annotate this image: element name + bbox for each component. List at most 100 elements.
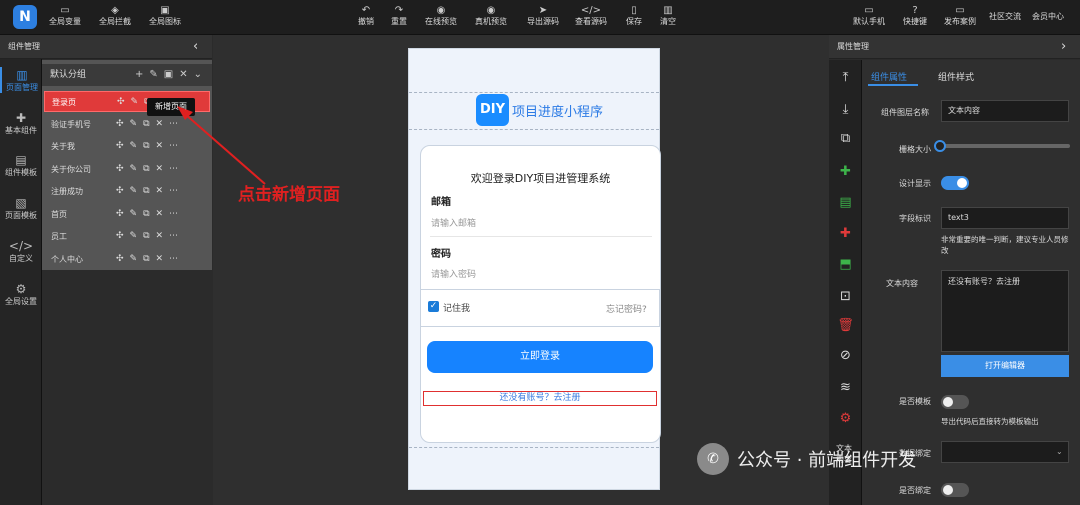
grid-size-slider-handle[interactable] xyxy=(934,140,946,152)
left-panel-header: 组件管理 ‹ xyxy=(0,35,212,59)
tool-rail-icon-4[interactable]: ▤ xyxy=(829,195,862,210)
page-name: 登录页 xyxy=(52,98,76,107)
tool-rail-icon-0[interactable]: ⤒ xyxy=(829,70,862,85)
grid-size-slider[interactable] xyxy=(938,144,1070,148)
page-row[interactable]: 首页 ✣✎⧉✕⋯ xyxy=(44,204,210,225)
toolbar-center-icon-7: ▥ xyxy=(663,5,673,16)
tool-rail-icon-2[interactable]: ⧉ xyxy=(829,131,862,146)
rail-label-4: 自定义 xyxy=(9,254,33,263)
toolbar-left-label-2: 全局图标 xyxy=(149,17,181,26)
page-group-name: 默认分组 xyxy=(50,70,87,80)
rail-icon-2: ▤ xyxy=(15,153,27,167)
remember-label: 记住我 xyxy=(443,304,471,314)
tab-component-props[interactable]: 组件属性 xyxy=(871,70,907,83)
rail-item-3[interactable]: ▧ 页面模板 xyxy=(0,195,42,221)
toolbar-right-label-0: 默认手机 xyxy=(853,17,885,26)
remember-checkbox[interactable]: ✓ xyxy=(428,301,439,312)
rail-item-2[interactable]: ▤ 组件模板 xyxy=(0,152,42,178)
rail-item-5[interactable]: ⚙ 全局设置 xyxy=(0,281,42,307)
tool-rail-icon-5[interactable]: ✚ xyxy=(829,226,862,241)
data-binding-select[interactable]: ⌄ xyxy=(941,441,1069,463)
toolbar-left-icon-2: ▣ xyxy=(160,5,170,16)
toolbar-left-button-2[interactable]: ▣ 全局图标 xyxy=(143,4,187,27)
tool-rail-icon-7[interactable]: ⊡ xyxy=(829,289,862,304)
chevron-down-icon: ⌄ xyxy=(1056,447,1063,456)
page-row[interactable]: 个人中心 ✣✎⧉✕⋯ xyxy=(44,249,210,270)
collapse-right-icon[interactable]: › xyxy=(1061,35,1066,59)
tool-rail xyxy=(829,60,862,505)
open-editor-button[interactable]: 打开编辑器 xyxy=(941,355,1069,377)
is-template-label: 是否模板 xyxy=(899,397,931,406)
welcome-text: 欢迎登录DIY项目进管理系统 xyxy=(470,172,611,185)
toolbar-right-label-2: 发布案例 xyxy=(944,17,976,26)
tool-rail-icon-9[interactable]: ⊘ xyxy=(829,348,862,363)
page-group-default[interactable]: 默认分组 +✎▣✕⌄ xyxy=(42,64,212,86)
rail-item-4[interactable]: </> 自定义 xyxy=(0,238,42,264)
text-content-textarea[interactable]: 还没有账号？去注册 xyxy=(941,270,1069,352)
toolbar-right-icon-1: ? xyxy=(912,5,918,16)
toolbar-center-button-5[interactable]: </> 查看源码 xyxy=(569,4,613,27)
app-title: 项目进度小程序 xyxy=(512,105,604,120)
page-row[interactable]: 员工 ✣✎⧉✕⋯ xyxy=(44,226,210,247)
email-underline xyxy=(430,236,652,237)
page-name: 个人中心 xyxy=(51,254,83,264)
app-logo: N xyxy=(13,5,37,29)
top-toolbar: N ▭ 全局变量 ◈ 全局拦截 ▣ 全局图标 ↶ 撤销 ↷ 重置 ◉ 在线预览 ◉ 真机预览 ➤ 导出源码 </… xyxy=(0,0,1080,35)
design-show-label: 设计显示 xyxy=(899,179,931,188)
email-input[interactable]: 请输入邮箱 xyxy=(431,216,476,229)
footer-outline xyxy=(409,447,659,448)
toolbar-left-icon-1: ◈ xyxy=(111,5,119,16)
toolbar-right-button-1[interactable]: ? 快捷键 xyxy=(893,4,937,27)
rail-item-1[interactable]: ✚ 基本组件 xyxy=(0,110,42,136)
toolbar-left-button-1[interactable]: ◈ 全局拦截 xyxy=(93,4,137,27)
rail-item-0[interactable]: ▥ 页面管理 xyxy=(0,67,42,93)
rail-icon-1: ✚ xyxy=(15,111,27,125)
toolbar-left-button-0[interactable]: ▭ 全局变量 xyxy=(43,4,87,27)
page-row-actions-icon[interactable]: ✣✎⧉✕⋯ xyxy=(116,226,184,247)
collapse-left-icon[interactable]: ‹ xyxy=(193,35,198,59)
tool-rail-icon-10[interactable]: ≋ xyxy=(829,380,862,395)
page-group-actions-icon[interactable]: +✎▣✕⌄ xyxy=(135,64,208,86)
toolbar-center-label-2: 在线预览 xyxy=(425,17,457,26)
toolbar-center-button-2[interactable]: ◉ 在线预览 xyxy=(419,4,463,27)
register-link[interactable]: 还没有账号？去注册 xyxy=(423,391,657,406)
page-row-actions-icon[interactable]: ✣✎⧉✕⋯ xyxy=(116,249,184,270)
email-label: 邮箱 xyxy=(431,197,451,208)
page-name: 验证手机号 xyxy=(51,119,91,129)
toolbar-center-button-7[interactable]: ▥ 清空 xyxy=(646,4,690,27)
toolbar-center-label-1: 重置 xyxy=(391,17,407,26)
toolbar-left-label-0: 全局变量 xyxy=(49,17,81,26)
tool-rail-icon-6[interactable]: ⬒ xyxy=(829,257,862,272)
rail-label-1: 基本组件 xyxy=(5,126,37,135)
login-button[interactable]: 立即登录 xyxy=(427,341,653,373)
design-show-toggle[interactable] xyxy=(941,176,969,190)
page-name: 员工 xyxy=(51,232,67,241)
annotation-text: 点击新增页面 xyxy=(238,185,340,205)
toolbar-center-button-4[interactable]: ➤ 导出源码 xyxy=(521,4,565,27)
toolbar-right-button-3[interactable]: 社区交流 xyxy=(983,12,1027,22)
left-icon-rail xyxy=(0,35,42,505)
toolbar-center-icon-3: ◉ xyxy=(486,5,496,16)
password-input[interactable]: 请输入密码 xyxy=(431,267,476,280)
toolbar-right-button-4[interactable]: 会员中心 xyxy=(1026,12,1070,22)
binding-switch-toggle[interactable] xyxy=(941,483,969,497)
tool-rail-icon-8[interactable]: 🗑 xyxy=(829,318,862,333)
toolbar-right-icon-2: ▭ xyxy=(955,5,965,16)
tool-rail-icon-11[interactable]: ⚙ xyxy=(829,411,862,426)
forgot-password-link[interactable]: 忘记密码? xyxy=(606,302,647,315)
toolbar-center-button-1[interactable]: ↷ 重置 xyxy=(377,4,421,27)
layer-name-input[interactable]: 文本内容 xyxy=(941,100,1069,122)
template-hint: 导出代码后直接转为模板输出 xyxy=(941,417,1039,426)
is-template-toggle[interactable] xyxy=(941,395,969,409)
tool-rail-icon-3[interactable]: ✚ xyxy=(829,164,862,179)
tab-component-styles[interactable]: 组件样式 xyxy=(938,70,974,83)
toolbar-right-button-2[interactable]: ▭ 发布案例 xyxy=(938,4,982,27)
toolbar-center-button-3[interactable]: ◉ 真机预览 xyxy=(469,4,513,27)
toolbar-center-icon-4: ➤ xyxy=(538,5,548,16)
field-id-input[interactable]: text3 xyxy=(941,207,1069,229)
page-row-actions-icon[interactable]: ✣✎⧉✕⋯ xyxy=(116,204,184,225)
toolbar-right-button-0[interactable]: ▭ 默认手机 xyxy=(847,4,891,27)
tool-rail-icon-1[interactable]: ⤓ xyxy=(829,102,862,117)
toolbar-center-icon-0: ↶ xyxy=(361,5,371,16)
field-id-label: 字段标识 xyxy=(899,214,931,223)
